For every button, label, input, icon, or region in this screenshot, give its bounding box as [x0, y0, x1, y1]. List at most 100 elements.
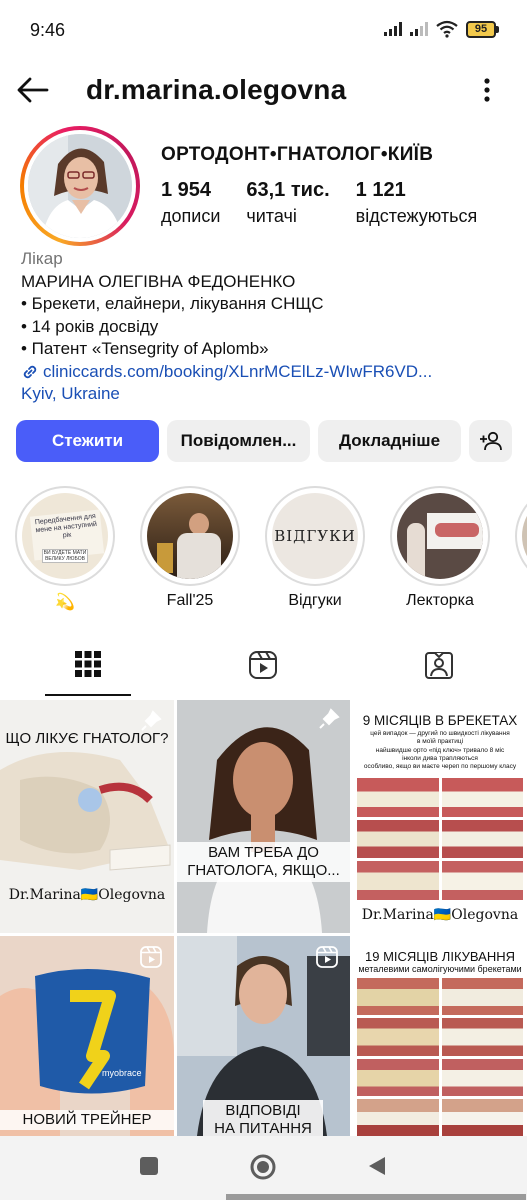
post-caption: НОВИЙ ТРЕЙНЕР	[0, 1110, 174, 1130]
post-subtitle: металевими самолігуючими брекетами	[358, 964, 522, 974]
teeth-photos	[357, 978, 523, 1136]
bio-line-name: МАРИНА ОЛЕГІВНА ФЕДОНЕНКО	[21, 271, 296, 291]
status-bar: 9:46 95	[0, 0, 527, 62]
signal-icon	[384, 22, 402, 36]
stat-posts[interactable]: 1 954 дописи	[161, 178, 220, 230]
post-caption: ВІДПОВІДІ НА ПИТАННЯ	[203, 1100, 323, 1136]
highlight-item[interactable]: Передбачення для мене на наступний рік В…	[15, 486, 115, 612]
pin-icon	[319, 708, 340, 729]
post-text: цей випадок — другий по швидкості лікува…	[353, 730, 527, 771]
bio-link-text[interactable]: cliniccards.com/booking/XLnrMCElLz-WIwFR…	[43, 361, 432, 384]
post-footer: Dr.Marina🇺🇦Olegovna	[361, 907, 519, 923]
highlight-item[interactable]: Fall'25	[140, 486, 240, 610]
posts-grid: ЩО ЛІКУЄ ГНАТОЛОГ? Dr.Marina🇺🇦Olegovna В…	[0, 700, 527, 1136]
highlight-label: Відгуки	[288, 592, 342, 609]
bio-link[interactable]: cliniccards.com/booking/XLnrMCElLz-WIwFR…	[21, 361, 511, 384]
highlight-cover	[522, 493, 527, 579]
bio-line-experience: • 14 років досвіду	[21, 316, 159, 336]
highlight-cover: ВІДГУКИ	[272, 493, 358, 579]
post-tile[interactable]: 19 МІСЯЦІВ ЛІКУВАННЯ металевими самолігу…	[353, 936, 527, 1136]
highlight-cover: Передбачення для мене на наступний рік В…	[22, 493, 108, 579]
post-tile[interactable]: ЩО ЛІКУЄ ГНАТОЛОГ? Dr.Marina🇺🇦Olegovna	[0, 700, 174, 933]
profile-bio: Лікар МАРИНА ОЛЕГІВНА ФЕДОНЕНКО • Брекет…	[21, 248, 511, 406]
highlight-label: 💫	[55, 594, 75, 611]
story-highlights: Передбачення для мене на наступний рік В…	[0, 486, 527, 616]
gesture-bar	[226, 1194, 526, 1200]
wifi-icon	[436, 20, 458, 38]
post-text-line: особливо, якщо ви маєте череп по першому…	[363, 763, 517, 771]
grid-icon	[75, 651, 101, 677]
stat-posts-label: дописи	[161, 206, 221, 226]
tab-posts-grid[interactable]	[23, 640, 153, 698]
reels-icon	[140, 946, 162, 968]
highlight-cover	[397, 493, 483, 579]
tagged-person-icon	[425, 652, 453, 679]
stat-followers-label: читачі	[246, 206, 297, 226]
product-brand-text: myobrace	[102, 1068, 142, 1078]
highlight-card-note: ВИ БУДЕТЕ МАТИ ВЕЛИКУ ЛЮБОВ	[42, 549, 88, 563]
post-caption: ЩО ЛІКУЄ ГНАТОЛОГ?	[5, 730, 169, 747]
post-caption-line: ВІДПОВІДІ	[225, 1102, 301, 1119]
highlight-item[interactable]: Лекторка	[390, 486, 490, 610]
profile-tabs	[0, 640, 527, 698]
profile-stats: 1 954 дописи 63,1 тис. читачі 1 121 відс…	[161, 178, 503, 230]
reels-icon	[316, 946, 338, 968]
tab-reels[interactable]	[198, 640, 328, 698]
avatar-story-ring[interactable]	[20, 126, 140, 246]
highlight-card-text: ВІДГУКИ	[272, 493, 358, 579]
post-tile[interactable]: ВАМ ТРЕБА ДО ГНАТОЛОГА, ЯКЩО...	[177, 700, 350, 933]
follow-button[interactable]: Стежити	[16, 420, 159, 462]
system-navigation-bar	[0, 1136, 527, 1200]
back-nav-icon[interactable]	[367, 1155, 387, 1177]
profile-avatar	[28, 134, 132, 238]
link-icon	[23, 365, 37, 378]
tab-tagged[interactable]	[374, 640, 504, 698]
status-time: 9:46	[30, 20, 66, 40]
status-icons: 95	[384, 20, 499, 38]
profile-actions: Стежити Повідомлен... Докладніше	[16, 420, 512, 462]
suggest-people-button[interactable]	[469, 420, 512, 462]
highlight-label: Fall'25	[166, 592, 214, 609]
active-tab-indicator	[45, 694, 131, 696]
jaw-illustration	[0, 752, 171, 871]
stat-posts-value: 1 954	[161, 179, 212, 201]
highlight-item[interactable]: ВІДГУКИ Відгуки	[265, 486, 365, 610]
message-button[interactable]: Повідомлен...	[167, 420, 310, 462]
post-title: 9 МІСЯЦІВ В БРЕКЕТАХ	[362, 713, 518, 728]
recent-apps-icon[interactable]	[139, 1156, 159, 1176]
highlight-cover	[147, 493, 233, 579]
post-caption-line: НА ПИТАННЯ	[214, 1120, 312, 1136]
post-tile[interactable]: 9 МІСЯЦІВ В БРЕКЕТАХ цей випадок — други…	[353, 700, 527, 933]
stat-following-label: відстежуються	[355, 206, 478, 226]
bio-line-services: • Брекети, елайнери, лікування СНЩС	[21, 294, 324, 313]
add-person-icon	[479, 431, 502, 451]
post-photo	[177, 700, 350, 933]
stat-followers[interactable]: 63,1 тис. читачі	[246, 178, 329, 230]
stat-following-value: 1 121	[355, 179, 406, 201]
highlight-item[interactable]	[515, 486, 527, 586]
battery-icon: 95	[466, 20, 499, 38]
more-options-icon[interactable]	[475, 74, 499, 106]
details-button[interactable]: Докладніше	[318, 420, 461, 462]
pin-icon	[141, 710, 162, 731]
highlight-label: Лекторка	[406, 592, 474, 609]
post-footer: Dr.Marina🇺🇦Olegovna	[8, 887, 166, 903]
stat-following[interactable]: 1 121 відстежуються	[356, 178, 478, 230]
teeth-photos	[357, 778, 523, 900]
post-tile[interactable]: myobrace НОВИЙ ТРЕЙНЕР	[0, 936, 174, 1136]
signal-2-icon	[410, 22, 428, 36]
post-tile[interactable]: ВІДПОВІДІ НА ПИТАННЯ	[177, 936, 350, 1136]
reels-icon	[249, 651, 277, 679]
post-text-line: найшвидше орто «під ключ» тривало 8 міс	[375, 746, 505, 754]
profile-category: ОРТОДОНТ•ГНАТОЛОГ•КИЇВ	[161, 144, 434, 165]
top-bar: dr.marina.olegovna	[0, 62, 527, 118]
post-caption: ВАМ ТРЕБА ДО ГНАТОЛОГА, ЯКЩО...	[177, 842, 350, 882]
profile-username: dr.marina.olegovna	[86, 74, 347, 105]
post-text-line: в моїй практиці	[416, 738, 464, 746]
battery-level: 95	[466, 20, 496, 38]
bio-location[interactable]: Kyiv, Ukraine	[21, 383, 511, 406]
home-icon[interactable]	[250, 1154, 276, 1180]
post-text-line: інколи дива трапляються	[402, 754, 478, 762]
back-arrow-icon[interactable]	[16, 74, 50, 106]
stat-followers-value: 63,1 тис.	[246, 179, 330, 201]
